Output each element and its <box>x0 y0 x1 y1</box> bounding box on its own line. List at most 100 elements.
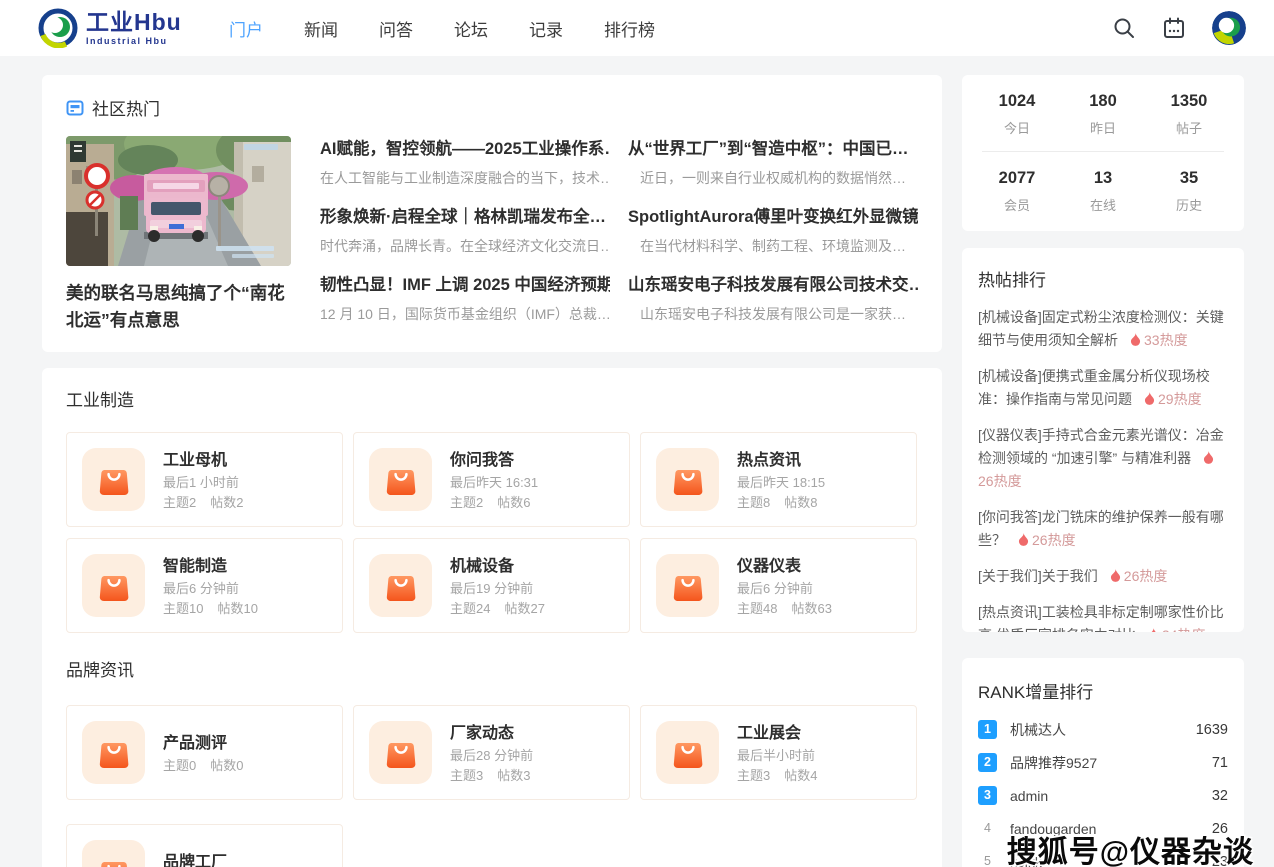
article-title[interactable]: AI赋能，智控领航——2025工业操作系… <box>320 135 610 159</box>
hot-post-text[interactable]: [关于我们]关于我们 <box>978 568 1098 584</box>
forum-card-stats: 主题48帖数63 <box>737 599 832 619</box>
article-summary: 12 月 10 日，国际货币基金组织（IMF）总裁… <box>320 304 610 324</box>
forum-card[interactable]: 品牌工厂 主题0帖数0 <box>66 824 343 867</box>
rank-row[interactable]: 1 机械达人 1639 <box>978 718 1228 741</box>
nav-portal[interactable]: 门户 <box>229 16 263 41</box>
nav-qa[interactable]: 问答 <box>379 16 413 41</box>
community-hot-panel: 社区热门 <box>42 75 942 352</box>
flame-icon <box>1110 569 1121 582</box>
nav-records[interactable]: 记录 <box>529 16 563 41</box>
rank-username[interactable]: 品牌推荐9527 <box>1010 753 1097 773</box>
forum-topics: 主题3 <box>737 768 770 783</box>
forum-bag-icon <box>656 448 719 511</box>
rank-panel-title: RANK增量排行 <box>978 678 1228 703</box>
forum-card-title[interactable]: 厂家动态 <box>450 719 533 743</box>
forum-card-title[interactable]: 工业展会 <box>737 719 817 743</box>
forum-card[interactable]: 热点资讯 最后昨天 18:15 主题8帖数8 <box>640 432 917 527</box>
hot-post-item[interactable]: [你问我答]龙门铣床的维护保养一般有哪些？26热度 <box>978 506 1228 552</box>
stat-label: 会员 <box>974 195 1060 214</box>
article-title[interactable]: 从“世界工厂”到“智造中枢”：中国已… <box>628 135 918 159</box>
hot-post-item[interactable]: [热点资讯]工装检具非标定制哪家性价比高,优质厂家排名实力对比24热度 <box>978 601 1228 632</box>
section-title-industry: 工业制造 <box>66 386 134 411</box>
forum-card-title[interactable]: 机械设备 <box>450 552 545 576</box>
forum-posts: 帖数6 <box>497 495 530 510</box>
article-item[interactable]: 山东瑶安电子科技发展有限公司技术交… 山东瑶安电子科技发展有限公司是一家获… <box>628 271 918 339</box>
article-title[interactable]: 形象焕新·启程全球｜格林凯瑞发布全… <box>320 203 610 227</box>
article-item[interactable]: 形象焕新·启程全球｜格林凯瑞发布全… 时代奔涌，品牌长青。在全球经济文化交流日… <box>320 203 610 271</box>
community-panel-title: 社区热门 <box>92 95 160 120</box>
flame-icon <box>1148 628 1159 632</box>
rank-username[interactable]: admin <box>1010 788 1048 804</box>
section-title-brand: 品牌资讯 <box>66 656 134 681</box>
stat-value: 1024 <box>974 92 1060 111</box>
forum-topics: 主题24 <box>450 601 490 616</box>
forum-card-title[interactable]: 你问我答 <box>450 446 538 470</box>
search-icon[interactable] <box>1112 16 1136 40</box>
featured-caption[interactable]: 美的联名马思纯搞了个“南花北运”有点意思 <box>66 280 298 334</box>
stat-label: 昨日 <box>1060 118 1146 137</box>
hot-post-item[interactable]: [机械设备]便携式重金属分析仪现场校准：操作指南与常见问题29热度 <box>978 365 1228 411</box>
forum-bag-icon <box>82 554 145 617</box>
site-logo[interactable]: 工业Hbu Industrial Hbu <box>38 8 182 48</box>
forum-card-title[interactable]: 产品测评 <box>163 729 243 753</box>
nav-forum[interactable]: 论坛 <box>454 16 488 41</box>
forum-posts: 帖数3 <box>497 768 530 783</box>
forum-card[interactable]: 厂家动态 最后28 分钟前 主题3帖数3 <box>353 705 630 800</box>
hot-posts-panel: 热帖排行 [机械设备]固定式粉尘浓度检测仪：关键细节与使用须知全解析33热度 [… <box>962 248 1244 632</box>
forum-card-title[interactable]: 工业母机 <box>163 446 243 470</box>
forum-topics: 主题48 <box>737 601 777 616</box>
forum-topics: 主题10 <box>163 601 203 616</box>
article-item[interactable]: 韧性凸显！IMF 上调 2025 中国经济预期… 12 月 10 日，国际货币基… <box>320 271 610 339</box>
stat-value: 13 <box>1060 169 1146 188</box>
forum-card-lastpost: 最后半小时前 <box>737 746 817 766</box>
stat-label: 历史 <box>1146 195 1232 214</box>
logo-subtitle: Industrial Hbu <box>86 37 182 46</box>
stat-yesterday: 180 昨日 <box>1060 92 1146 137</box>
rank-username[interactable]: 机械达人 <box>1010 720 1066 740</box>
article-item[interactable]: 从“世界工厂”到“智造中枢”：中国已… 近日，一则来自行业权威机构的数据悄然… <box>628 135 918 203</box>
forum-card[interactable]: 仪器仪表 最后6 分钟前 主题48帖数63 <box>640 538 917 633</box>
stat-label: 在线 <box>1060 195 1146 214</box>
rank-row[interactable]: 2 品牌推荐9527 71 <box>978 751 1228 774</box>
stat-members: 2077 会员 <box>974 169 1060 214</box>
rank-badge: 2 <box>978 753 997 772</box>
featured-image[interactable] <box>66 136 291 266</box>
stat-value: 2077 <box>974 169 1060 188</box>
flame-icon <box>1203 451 1214 464</box>
nav-ranking[interactable]: 排行榜 <box>604 16 655 41</box>
brand-forum-grid: 产品测评 主题0帖数0 厂家动态 最后28 分钟前 主题3帖数3 工业展会 最后… <box>66 705 917 867</box>
forum-card-stats: 主题3帖数3 <box>450 766 533 786</box>
forum-card-title[interactable]: 仪器仪表 <box>737 552 832 576</box>
forum-card[interactable]: 机械设备 最后19 分钟前 主题24帖数27 <box>353 538 630 633</box>
article-item[interactable]: SpotlightAurora傅里叶变换红外显微镜… 在当代材料科学、制药工程、… <box>628 203 918 271</box>
forum-card-title[interactable]: 智能制造 <box>163 552 258 576</box>
stat-today: 1024 今日 <box>974 92 1060 137</box>
article-title[interactable]: SpotlightAurora傅里叶变换红外显微镜… <box>628 203 918 227</box>
hot-post-item[interactable]: [仪器仪表]手持式合金元素光谱仪：冶金检测领域的 “加速引擎” 与精准利器26热… <box>978 424 1228 493</box>
hot-post-item[interactable]: [关于我们]关于我们26热度 <box>978 565 1228 588</box>
nav-news[interactable]: 新闻 <box>304 16 338 41</box>
hot-post-item[interactable]: [机械设备]固定式粉尘浓度检测仪：关键细节与使用须知全解析33热度 <box>978 306 1228 352</box>
forum-card[interactable]: 工业母机 最后1 小时前 主题2帖数2 <box>66 432 343 527</box>
industry-forum-grid: 工业母机 最后1 小时前 主题2帖数2 你问我答 最后昨天 16:31 主题2帖… <box>66 432 917 633</box>
street-truck-photo <box>66 136 291 266</box>
forum-card-stats: 主题24帖数27 <box>450 599 545 619</box>
calendar-icon[interactable] <box>1162 16 1186 40</box>
forum-card-title[interactable]: 热点资讯 <box>737 446 825 470</box>
article-title[interactable]: 山东瑶安电子科技发展有限公司技术交… <box>628 271 918 295</box>
rank-value: 71 <box>1212 755 1228 771</box>
rank-row[interactable]: 3 admin 32 <box>978 784 1228 807</box>
forum-topics: 主题2 <box>450 495 483 510</box>
hot-post-text[interactable]: [仪器仪表]手持式合金元素光谱仪：冶金检测领域的 “加速引擎” 与精准利器 <box>978 427 1224 466</box>
rank-badge: 5 <box>978 852 997 867</box>
forum-card[interactable]: 产品测评 主题0帖数0 <box>66 705 343 800</box>
article-title[interactable]: 韧性凸显！IMF 上调 2025 中国经济预期… <box>320 271 610 295</box>
article-item[interactable]: AI赋能，智控领航——2025工业操作系… 在人工智能与工业制造深度融合的当下，… <box>320 135 610 203</box>
forum-card[interactable]: 智能制造 最后6 分钟前 主题10帖数10 <box>66 538 343 633</box>
user-avatar[interactable] <box>1212 11 1246 45</box>
forum-card-title[interactable]: 品牌工厂 <box>163 848 243 867</box>
stat-value: 35 <box>1146 169 1232 188</box>
hot-post-text[interactable]: [你问我答]龙门铣床的维护保养一般有哪些？ <box>978 509 1224 548</box>
forum-card[interactable]: 工业展会 最后半小时前 主题3帖数4 <box>640 705 917 800</box>
forum-card[interactable]: 你问我答 最后昨天 16:31 主题2帖数6 <box>353 432 630 527</box>
